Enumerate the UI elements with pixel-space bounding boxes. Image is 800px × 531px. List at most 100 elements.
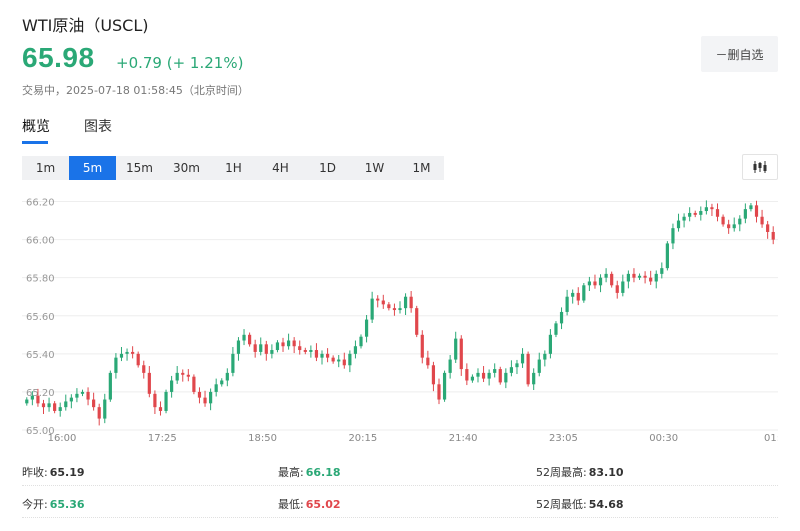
candle — [532, 372, 536, 385]
candle — [64, 401, 68, 408]
candle — [131, 351, 135, 354]
candle — [470, 376, 475, 381]
interval-4h[interactable]: 4H — [257, 156, 304, 180]
candle — [682, 216, 686, 221]
candle — [392, 308, 397, 311]
candle — [381, 300, 385, 305]
candle — [125, 351, 129, 354]
interval-1m[interactable]: 1m — [22, 156, 69, 180]
y-tick-label: 66.20 — [26, 198, 55, 209]
candle — [242, 334, 246, 341]
candle — [420, 334, 424, 358]
stat-value: 65.02 — [305, 497, 341, 511]
candle — [654, 273, 658, 282]
candle — [370, 298, 374, 320]
candle — [643, 275, 647, 278]
interval-1d[interactable]: 1D — [304, 156, 351, 180]
y-tick-label: 66.00 — [26, 236, 55, 247]
candle — [231, 353, 235, 373]
candle — [548, 334, 552, 354]
candle — [353, 346, 358, 354]
interval-1h[interactable]: 1H — [210, 156, 257, 180]
candle — [119, 353, 124, 358]
candle — [459, 338, 463, 370]
tab-overview[interactable]: 概览 — [22, 116, 50, 144]
candle — [766, 224, 770, 232]
y-tick-label: 65.20 — [26, 388, 55, 399]
candle — [409, 296, 413, 309]
chart-type-button[interactable] — [742, 154, 778, 180]
tab-bar: 概览 图表 — [22, 116, 112, 144]
candle — [526, 353, 530, 385]
candle — [509, 367, 514, 373]
candle — [86, 391, 90, 400]
stat-label: 最低: — [278, 497, 304, 511]
x-tick-label: 20:15 — [348, 433, 377, 443]
x-tick-label: 21:40 — [449, 433, 478, 443]
candle — [442, 372, 447, 400]
candle — [632, 273, 636, 278]
candle — [203, 397, 207, 404]
candle — [610, 273, 614, 286]
candle — [253, 344, 257, 352]
candle — [36, 395, 40, 404]
candle — [147, 372, 151, 394]
candle — [376, 298, 380, 301]
candle — [25, 399, 29, 404]
stat-label: 最高: — [278, 465, 304, 479]
stat-label: 52周最高: — [536, 465, 587, 479]
candle — [571, 292, 575, 297]
candle — [309, 350, 313, 352]
interval-1w[interactable]: 1W — [351, 156, 398, 180]
candle — [47, 403, 51, 408]
tab-chart[interactable]: 图表 — [84, 116, 112, 144]
candle — [225, 372, 229, 381]
stats-row: 今开: 65.36 最低: 65.02 52周最低: 54.68 — [22, 490, 778, 518]
candle — [504, 372, 508, 383]
candle — [359, 336, 363, 347]
x-tick-label: 01:5 — [764, 433, 778, 443]
candle — [554, 323, 558, 335]
candle — [387, 304, 391, 309]
candle — [30, 395, 34, 400]
candle — [537, 359, 541, 373]
candle — [676, 220, 681, 229]
candle — [259, 344, 263, 352]
candle — [209, 391, 213, 404]
candle — [97, 407, 101, 419]
candle — [593, 281, 597, 286]
interval-30m[interactable]: 30m — [163, 156, 210, 180]
candle — [721, 216, 725, 225]
x-tick-label: 18:50 — [248, 433, 277, 443]
candle — [732, 224, 736, 229]
candle — [325, 353, 330, 358]
interval-5m[interactable]: 5m — [69, 156, 116, 180]
candlestick-icon — [753, 161, 767, 173]
candle — [498, 369, 502, 383]
stat-label: 52周最低: — [536, 497, 587, 511]
candle — [743, 209, 747, 219]
stats-row: 昨收: 65.19 最高: 66.18 52周最高: 83.10 — [22, 458, 778, 486]
candle — [665, 243, 669, 269]
candle — [220, 380, 224, 385]
interval-1mo[interactable]: 1M — [398, 156, 445, 180]
stat-value: 66.18 — [305, 465, 341, 479]
remove-watchlist-button[interactable]: －删自选 — [701, 36, 778, 72]
candle — [275, 342, 280, 351]
interval-15m[interactable]: 15m — [116, 156, 163, 180]
candle — [158, 407, 163, 411]
candle — [58, 407, 62, 411]
candle — [298, 346, 302, 351]
candle — [164, 391, 168, 411]
candle — [426, 357, 430, 366]
candle — [688, 212, 692, 217]
candle — [236, 340, 241, 354]
price-chart[interactable]: 65.0065.2065.4065.6065.8066.0066.2016:00… — [22, 188, 778, 443]
candle — [320, 353, 324, 358]
candle — [186, 374, 190, 377]
candle — [582, 285, 586, 301]
candle — [543, 353, 547, 360]
x-tick-label: 16:00 — [48, 433, 77, 443]
candle — [493, 369, 497, 373]
candle — [41, 403, 46, 408]
